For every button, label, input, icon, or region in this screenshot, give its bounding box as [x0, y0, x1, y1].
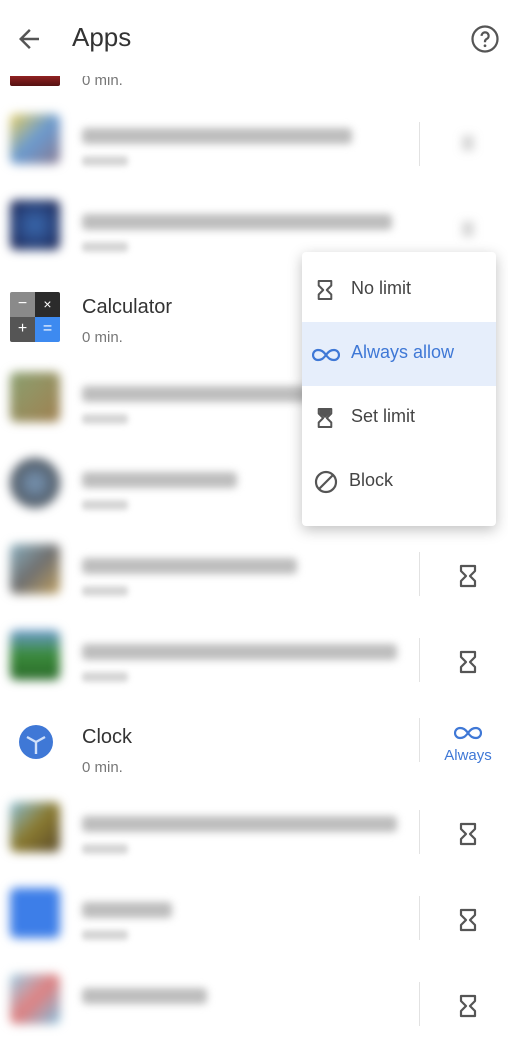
hourglass-empty-icon[interactable]	[458, 822, 478, 846]
divider	[419, 718, 420, 762]
menu-item-label: Block	[349, 470, 394, 490]
divider	[419, 552, 420, 596]
app-usage: 0 min.	[82, 759, 123, 776]
app-row-clock[interactable]: Clock 0 min. Always	[0, 698, 508, 784]
divider	[419, 122, 420, 166]
app-name-blurred	[82, 902, 172, 918]
arrow-back-icon[interactable]	[14, 24, 44, 54]
divider	[419, 810, 420, 854]
app-name: Calculator	[82, 296, 173, 318]
calculator-app-icon: − × + =	[10, 292, 60, 342]
hourglass-empty-icon[interactable]	[458, 564, 478, 588]
hourglass-icon[interactable]: ⧖	[440, 132, 496, 155]
top-app-bar: Apps	[0, 0, 508, 76]
app-icon	[10, 114, 60, 164]
app-usage-blurred	[82, 500, 128, 510]
app-usage-blurred	[82, 672, 128, 682]
app-row[interactable]	[0, 526, 508, 612]
app-name-blurred	[82, 816, 397, 832]
menu-item-always-allow[interactable]: Always allow	[302, 322, 496, 386]
app-icon	[10, 372, 60, 422]
limit-options-menu: No limit Always allow Set limit Block	[302, 252, 496, 526]
app-icon	[10, 802, 60, 852]
app-row[interactable]	[0, 784, 508, 870]
app-name-blurred	[82, 472, 237, 488]
hourglass-icon	[317, 408, 333, 428]
divider	[419, 638, 420, 682]
app-name-blurred	[82, 386, 312, 402]
always-allow-button[interactable]: Always	[436, 726, 500, 764]
app-name-blurred	[82, 128, 352, 144]
app-usage-blurred	[82, 586, 128, 596]
app-row[interactable]	[0, 612, 508, 698]
menu-item-block[interactable]: Block	[302, 450, 496, 514]
app-usage-blurred	[82, 242, 128, 252]
page-title: Apps	[72, 22, 132, 52]
app-usage-blurred	[82, 844, 128, 854]
menu-item-label: No limit	[351, 278, 412, 298]
menu-item-set-limit[interactable]: Set limit	[302, 386, 496, 450]
menu-item-label: Set limit	[351, 406, 416, 426]
menu-item-label: Always allow	[351, 342, 455, 362]
app-name: Clock	[82, 726, 133, 748]
menu-item-no-limit[interactable]: No limit	[302, 258, 496, 322]
hourglass-empty-icon[interactable]	[458, 994, 478, 1018]
hourglass-icon[interactable]: ⧖	[440, 218, 496, 241]
app-row[interactable]	[0, 870, 508, 956]
always-label: Always	[444, 747, 492, 764]
app-icon	[10, 458, 60, 508]
app-icon	[10, 544, 60, 594]
app-icon	[10, 888, 60, 938]
divider	[419, 982, 420, 1026]
app-icon	[10, 630, 60, 680]
hourglass-empty-icon	[317, 280, 333, 300]
divider	[419, 896, 420, 940]
app-name-blurred	[82, 558, 297, 574]
app-icon	[10, 974, 60, 1024]
app-usage: 0 min.	[82, 329, 123, 346]
hourglass-empty-icon[interactable]	[458, 908, 478, 932]
app-name-blurred	[82, 644, 397, 660]
app-icon	[10, 200, 60, 250]
app-name-blurred	[82, 214, 392, 230]
hourglass-empty-icon[interactable]	[458, 650, 478, 674]
app-row[interactable]: ⧖	[0, 96, 508, 182]
block-icon	[314, 470, 338, 494]
app-usage-blurred	[82, 930, 128, 940]
help-circle-icon[interactable]	[470, 24, 500, 54]
app-usage-blurred	[82, 156, 128, 166]
clock-app-icon	[19, 725, 53, 759]
infinity-icon	[453, 726, 483, 740]
app-name-blurred	[82, 988, 207, 1004]
app-row[interactable]	[0, 956, 508, 1042]
app-usage-blurred	[82, 414, 128, 424]
infinity-icon	[312, 348, 340, 362]
